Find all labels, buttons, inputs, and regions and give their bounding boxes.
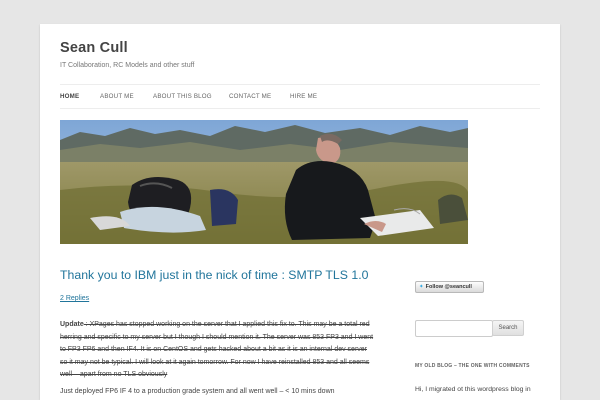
nav-item-hire-me[interactable]: HIRE ME [290,93,317,100]
follow-button[interactable]: ✦ Follow @seancull [415,281,484,293]
site-description: IT Collaboration, RC Models and other st… [60,62,195,69]
search-button[interactable]: Search [492,320,524,336]
post-body-text: Just deployed FP6 IF 4 to a production g… [60,388,335,395]
twitter-bird-icon: ✦ [419,284,424,290]
update-text: : XPages has stopped working on the serv… [60,321,374,379]
widget-title: MY OLD BLOG – THE ONE WITH COMMENTS [415,363,530,369]
main-navigation: HOME ABOUT ME ABOUT THIS BLOG CONTACT ME… [60,84,540,109]
nav-item-about-me[interactable]: ABOUT ME [100,93,134,100]
header-image [60,120,468,244]
widget-text: Hi, I migrated ot this wordpress blog in [415,386,531,393]
nav-item-contact-me[interactable]: CONTACT ME [229,93,271,100]
replies-link[interactable]: 2 Replies [60,295,89,302]
nav-item-home[interactable]: HOME [60,93,79,100]
site-title[interactable]: Sean Cull [60,40,128,56]
update-label: Update [60,321,84,328]
page-container: Sean Cull IT Collaboration, RC Models an… [40,24,560,400]
search-input[interactable] [415,320,493,337]
post-update-paragraph: Update : XPages has stopped working on t… [60,319,376,382]
post-title[interactable]: Thank you to IBM just in the nick of tim… [60,268,368,282]
follow-button-label: Follow @seancull [425,284,472,290]
nav-item-about-this-blog[interactable]: ABOUT THIS BLOG [153,93,212,100]
